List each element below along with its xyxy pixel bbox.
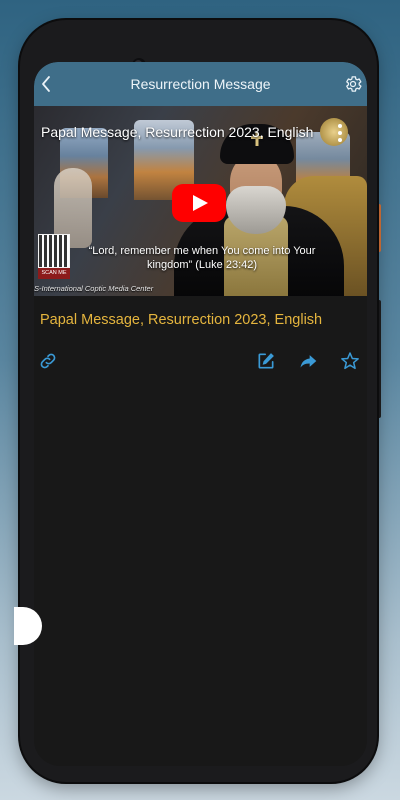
chevron-left-icon [42,76,50,92]
copy-link-button[interactable] [38,351,58,371]
share-button[interactable] [298,351,318,371]
scan-me-label: SCAN ME [38,268,70,279]
edit-icon [258,353,274,369]
back-button[interactable] [37,74,57,94]
youtube-play-icon [172,184,226,222]
share-icon [300,355,317,368]
play-button[interactable] [172,184,226,222]
video-credit: S-International Coptic Media Center [34,284,154,293]
page-title: Resurrection Message [130,76,271,92]
video-player[interactable]: Papal Message, Resurrection 2023, Englis… [34,106,367,296]
message-title: Papal Message, Resurrection 2023, Englis… [40,312,323,328]
volume-button[interactable] [377,300,381,418]
gear-icon [346,76,362,92]
link-icon [40,353,56,369]
favorite-button[interactable] [340,351,360,371]
edit-note-button[interactable] [256,351,276,371]
app-screen: Resurrection Message Papal Message, Resu… [34,62,367,766]
video-more-button[interactable] [335,122,345,144]
more-vertical-icon [338,124,342,142]
video-title[interactable]: Papal Message, Resurrection 2023, Englis… [41,124,313,140]
power-button[interactable] [377,204,381,252]
app-bar: Resurrection Message [34,62,367,106]
settings-button[interactable] [343,74,363,94]
qr-code [38,234,70,268]
video-caption: “Lord, remember me when You come into Yo… [88,245,316,271]
star-icon [341,352,359,370]
